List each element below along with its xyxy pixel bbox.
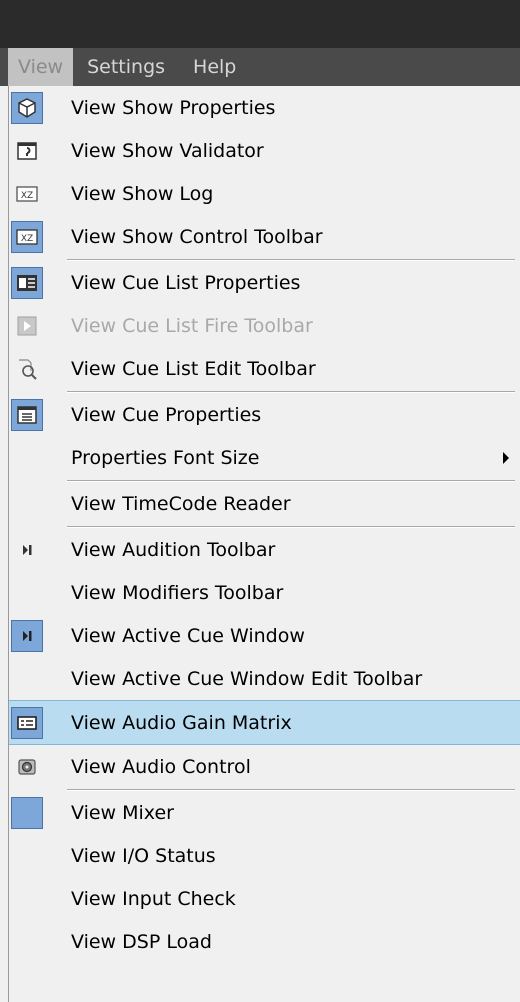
fire-icon [11,310,43,342]
menu-settings[interactable]: Settings [73,48,179,86]
edit-magnifier-icon [11,353,43,385]
menu-item-label: View Active Cue Window [71,624,305,647]
menu-item-label: View Mixer [71,801,174,824]
menu-item-view-active-cue-window[interactable]: View Active Cue Window [9,614,520,657]
menu-item-view-show-control-toolbar[interactable]: XZ View Show Control Toolbar [9,215,520,258]
log-icon: XZ [11,178,43,210]
menu-item-label: View Show Log [71,182,214,205]
menu-item-label: View Show Control Toolbar [71,225,323,248]
menu-item-view-audition-toolbar[interactable]: View Audition Toolbar [9,528,520,571]
menu-item-view-audio-gain-matrix[interactable]: View Audio Gain Matrix [9,700,520,745]
menu-item-label: View Show Properties [71,96,276,119]
menu-item-view-cue-list-properties[interactable]: View Cue List Properties [9,261,520,304]
menu-item-label: View Cue List Fire Toolbar [71,314,313,337]
menu-item-label: View Input Check [71,887,236,910]
menu-item-view-show-log[interactable]: XZ View Show Log [9,172,520,215]
active-cue-icon [11,619,43,652]
menu-item-view-mixer[interactable]: View Mixer [9,791,520,834]
svg-text:XZ: XZ [21,234,33,244]
menu-item-view-active-cue-window-edit-toolbar[interactable]: View Active Cue Window Edit Toolbar [9,657,520,700]
menu-item-label: View Cue List Edit Toolbar [71,357,316,380]
menu-item-view-dsp-load[interactable]: View DSP Load [9,920,520,963]
menu-item-view-cue-properties[interactable]: View Cue Properties [9,393,520,436]
menu-item-label: Properties Font Size [71,446,260,469]
menu-item-view-input-check[interactable]: View Input Check [9,877,520,920]
menu-bar: View Settings Help [0,48,520,86]
menu-item-label: View TimeCode Reader [71,492,291,515]
audio-control-icon [11,751,43,783]
mixer-icon [11,796,43,829]
view-dropdown-menu: View Show Properties View Show Validator… [8,86,520,1002]
menu-item-view-timecode-reader[interactable]: View TimeCode Reader [9,482,520,525]
menu-item-view-modifiers-toolbar[interactable]: View Modifiers Toolbar [9,571,520,614]
menu-item-view-cue-list-fire-toolbar[interactable]: View Cue List Fire Toolbar [9,304,520,347]
menu-item-view-show-validator[interactable]: View Show Validator [9,129,520,172]
svg-text:XZ: XZ [21,191,33,201]
validator-icon [11,135,43,167]
menu-item-label: View I/O Status [71,844,216,867]
menu-item-view-audio-control[interactable]: View Audio Control [9,745,520,788]
menu-item-view-io-status[interactable]: View I/O Status [9,834,520,877]
menu-item-label: View Active Cue Window Edit Toolbar [71,667,423,690]
menu-item-label: View Audio Gain Matrix [71,711,292,734]
play-pause-icon [11,534,43,566]
menu-item-view-cue-list-edit-toolbar[interactable]: View Cue List Edit Toolbar [9,347,520,390]
menu-item-label: View Show Validator [71,139,264,162]
menu-item-label: View Audition Toolbar [71,538,276,561]
menu-item-label: View DSP Load [71,930,212,953]
menu-item-properties-font-size[interactable]: Properties Font Size [9,436,520,479]
cue-properties-icon [11,398,43,431]
cube-icon [11,91,43,124]
menu-item-view-show-properties[interactable]: View Show Properties [9,86,520,129]
menu-item-label: View Audio Control [71,755,251,778]
menu-view[interactable]: View [8,48,74,86]
submenu-arrow-icon [503,451,509,464]
cue-list-icon [11,266,43,299]
gain-matrix-icon [11,706,43,739]
menu-help[interactable]: Help [179,48,250,86]
menu-item-label: View Cue Properties [71,403,262,426]
title-bar [0,0,520,48]
menu-item-label: View Modifiers Toolbar [71,581,284,604]
control-toolbar-icon: XZ [11,220,43,253]
menu-item-label: View Cue List Properties [71,271,301,294]
